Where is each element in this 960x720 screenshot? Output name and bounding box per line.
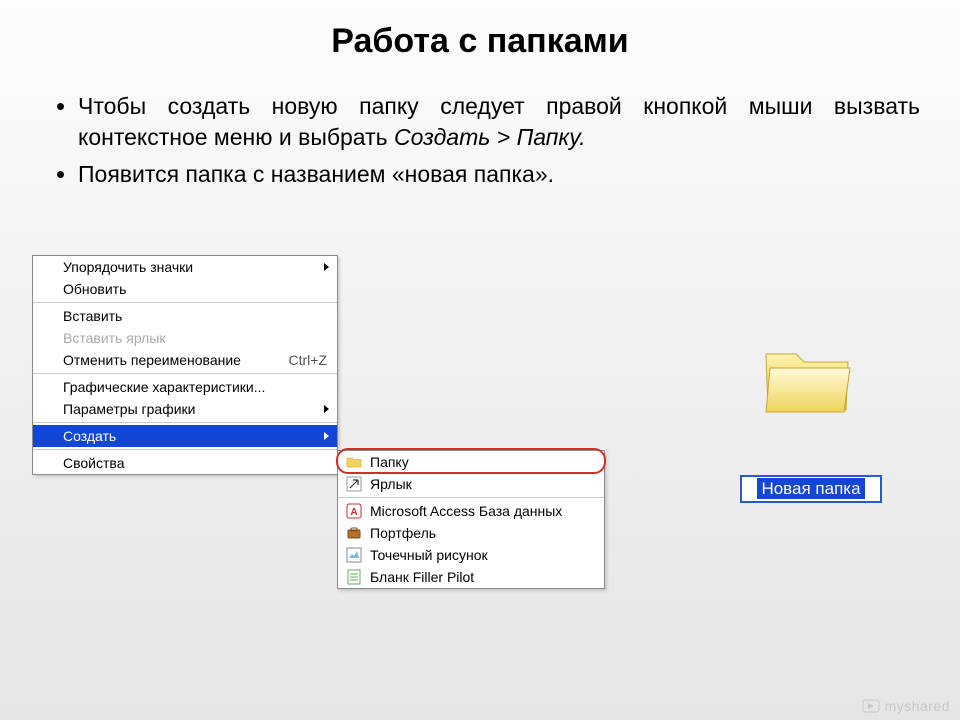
context-menu: Упорядочить значки Обновить Вставить Встави… (32, 255, 338, 475)
menu-item: Вставить ярлык (33, 327, 337, 349)
menu-item[interactable]: Упорядочить значки (33, 256, 337, 278)
menu-item-label: Вставить (63, 308, 122, 324)
new-folder-label-text: Новая папка (757, 478, 864, 499)
bullet-item: Чтобы создать новую папку следует правой… (78, 91, 920, 153)
menu-item-label: Графические характеристики... (63, 379, 265, 395)
menu-item-label: Вставить ярлык (63, 330, 165, 346)
chevron-right-icon (324, 405, 329, 413)
menu-item[interactable]: Обновить (33, 278, 337, 300)
submenu-item[interactable]: Портфель (338, 522, 604, 544)
create-submenu: Папку Ярлык A Microsoft Access База данных П… (337, 450, 605, 589)
menu-item[interactable]: Параметры графики (33, 398, 337, 420)
menu-item[interactable]: Отменить переименование Ctrl+Z (33, 349, 337, 371)
menu-separator (33, 302, 337, 303)
menu-item-label: Упорядочить значки (63, 259, 193, 275)
bullet-item: Появится папка с названием «новая папка»… (78, 159, 920, 190)
chevron-right-icon (324, 263, 329, 271)
chevron-right-icon (324, 432, 329, 440)
new-folder-label-editing[interactable]: Новая папка (740, 475, 882, 503)
menu-item-label: Параметры графики (63, 401, 195, 417)
slide-body: Чтобы создать новую папку следует правой… (0, 61, 960, 190)
menu-item[interactable]: Свойства (33, 452, 337, 474)
submenu-item[interactable]: Папку (338, 451, 604, 473)
menu-item-label: Свойства (63, 455, 124, 471)
briefcase-icon (346, 525, 362, 541)
menu-separator (33, 373, 337, 374)
submenu-item[interactable]: Ярлык (338, 473, 604, 495)
submenu-item-label: Microsoft Access База данных (370, 503, 562, 519)
submenu-item[interactable]: Бланк Filler Pilot (338, 566, 604, 588)
form-icon (346, 569, 362, 585)
menu-item-label: Создать (63, 428, 116, 444)
slide-title: Работа с папками (0, 0, 960, 61)
menu-item[interactable]: Создать (33, 425, 337, 447)
submenu-item-label: Портфель (370, 525, 436, 541)
bitmap-icon (346, 547, 362, 563)
folder-icon (346, 454, 362, 470)
svg-text:A: A (350, 507, 357, 518)
shortcut-icon (346, 476, 362, 492)
menu-item-label: Обновить (63, 281, 126, 297)
folder-icon-large (758, 340, 858, 420)
watermark: myshared (862, 698, 950, 714)
menu-separator (33, 422, 337, 423)
access-icon: A (346, 503, 362, 519)
submenu-item[interactable]: Точечный рисунок (338, 544, 604, 566)
submenu-item-label: Точечный рисунок (370, 547, 488, 563)
submenu-item-label: Бланк Filler Pilot (370, 569, 474, 585)
menu-separator (33, 449, 337, 450)
submenu-item[interactable]: A Microsoft Access База данных (338, 500, 604, 522)
submenu-item-label: Ярлык (370, 476, 412, 492)
menu-item-label: Отменить переименование (63, 352, 241, 368)
submenu-item-label: Папку (370, 454, 409, 470)
menu-item[interactable]: Вставить (33, 305, 337, 327)
menu-separator (338, 497, 604, 498)
menu-item[interactable]: Графические характеристики... (33, 376, 337, 398)
menu-shortcut: Ctrl+Z (289, 352, 328, 368)
